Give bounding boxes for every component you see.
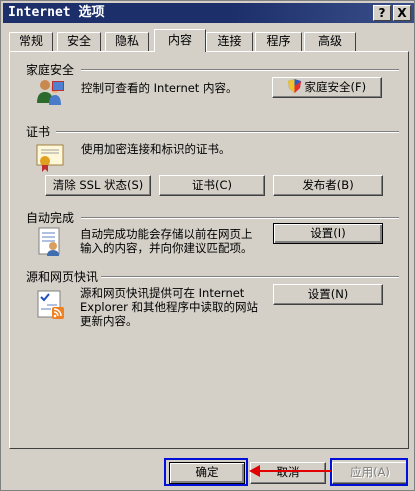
family-safety-button-label: 家庭安全(F) (304, 80, 367, 94)
publishers-button[interactable]: 发布者(B) (273, 175, 383, 196)
tab-strip: 常规 安全 隐私 内容 连接 程序 高级 (9, 29, 409, 52)
family-safety-heading: 家庭安全 (26, 63, 75, 77)
feeds-description-1: 源和网页快讯提供可在 Internet (80, 286, 245, 300)
certificates-heading: 证书 (26, 125, 51, 139)
rss-feed-icon (37, 290, 64, 319)
autocomplete-description-1: 自动完成功能会存储以前在网页上 (80, 227, 253, 241)
title-bar[interactable]: Internet 选项 ? X (3, 3, 414, 23)
feeds-heading: 源和网页快讯 (26, 270, 99, 284)
autocomplete-description-2: 输入的内容，并向你建议匹配项。 (80, 241, 253, 255)
tab-advanced[interactable]: 高级 (304, 32, 356, 51)
certificates-divider (56, 131, 399, 133)
tab-general[interactable]: 常规 (9, 32, 53, 51)
feeds-divider (101, 276, 399, 278)
certificates-button[interactable]: 证书(C) (159, 175, 265, 196)
clear-ssl-button[interactable]: 清除 SSL 状态(S) (45, 175, 151, 196)
family-safety-description: 控制可查看的 Internet 内容。 (81, 81, 238, 95)
tab-programs[interactable]: 程序 (255, 32, 302, 51)
autocomplete-divider (81, 217, 399, 219)
tab-security[interactable]: 安全 (57, 32, 101, 51)
feeds-settings-button[interactable]: 设置(N) (273, 284, 383, 305)
feeds-description-2: Explorer 和其他程序中读取的网站 (80, 300, 259, 314)
window-title: Internet 选项 (8, 5, 105, 20)
help-button[interactable]: ? (373, 5, 391, 21)
internet-options-dialog: Internet 选项 ? X 常规 安全 隐私 内容 连接 程序 高级 家庭安… (0, 0, 415, 491)
arrow-left-icon (249, 465, 331, 477)
family-safety-divider (81, 69, 399, 71)
tab-privacy[interactable]: 隐私 (105, 32, 149, 51)
autocomplete-icon (38, 227, 60, 256)
family-safety-button[interactable]: 家庭安全(F) (272, 77, 382, 98)
autocomplete-heading: 自动完成 (26, 211, 75, 225)
certificates-description: 使用加密连接和标识的证书。 (81, 142, 231, 156)
close-button[interactable]: X (393, 5, 411, 21)
certificate-icon (36, 144, 64, 172)
feeds-description-3: 更新内容。 (80, 314, 138, 328)
autocomplete-settings-button[interactable]: 设置(I) (273, 223, 383, 244)
family-safety-icon (37, 80, 64, 105)
ok-highlight-box (164, 458, 248, 486)
tab-connections[interactable]: 连接 (206, 32, 253, 51)
tab-content[interactable]: 内容 (154, 29, 206, 52)
apply-highlight-box (330, 458, 408, 486)
shield-icon (287, 79, 301, 93)
